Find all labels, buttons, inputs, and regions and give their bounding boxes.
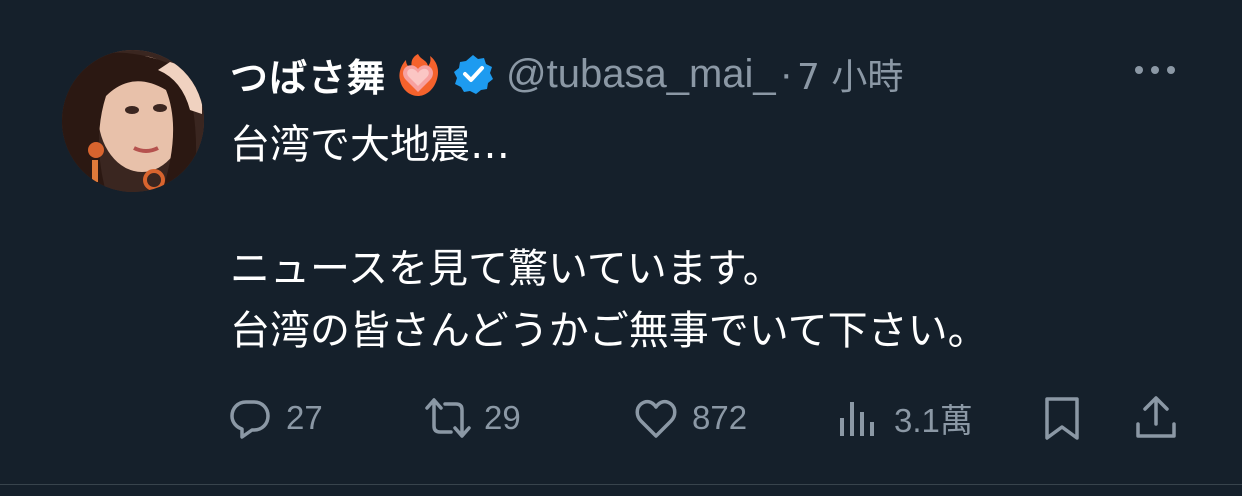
- tweet-text: 台湾で大地震… ニュースを見て驚いています。 台湾の皆さんどうかご無事でいて下さ…: [230, 114, 1220, 362]
- retweet-count: 29: [484, 399, 521, 436]
- heart-on-fire-icon: [394, 50, 442, 98]
- reply-count: 27: [286, 399, 323, 436]
- tweet-text-line: 台湾の皆さんどうかご無事でいて下さい。: [230, 308, 988, 354]
- divider: [0, 484, 1242, 485]
- views-icon: [840, 402, 874, 436]
- like-button[interactable]: 872: [632, 392, 747, 444]
- tweet-card[interactable]: つばさ舞 @tubasa_mai_ · 7 小時 台湾で大地震… ニュースを見て…: [0, 0, 1242, 484]
- retweet-icon: [425, 398, 471, 438]
- bookmark-button[interactable]: [1038, 392, 1086, 444]
- tweet-text-line: ニュースを見て驚いています。: [230, 246, 783, 292]
- more-options-icon[interactable]: [1132, 58, 1178, 82]
- tweet-text-blank-line: [230, 176, 1220, 238]
- views-count: 3.1萬: [894, 402, 973, 439]
- share-button[interactable]: [1132, 392, 1180, 444]
- display-name[interactable]: つばさ舞: [230, 47, 386, 102]
- action-bar: 27 29 872 3.1萬: [226, 392, 1186, 444]
- bookmark-icon: [1045, 397, 1079, 440]
- tweet-text-line: 台湾で大地震…: [230, 122, 510, 168]
- header-separator: ·: [779, 51, 793, 96]
- user-handle[interactable]: @tubasa_mai_: [506, 52, 776, 97]
- reply-icon: [230, 400, 270, 439]
- like-icon: [635, 399, 677, 438]
- tweet-header: つばさ舞 @tubasa_mai_ · 7 小時: [230, 46, 903, 102]
- verified-badge-icon[interactable]: [452, 53, 494, 95]
- share-icon: [1136, 396, 1176, 438]
- avatar[interactable]: [62, 50, 204, 192]
- tweet-timestamp[interactable]: 7 小時: [797, 48, 903, 100]
- like-count: 872: [692, 399, 748, 436]
- reply-button[interactable]: 27: [226, 392, 323, 444]
- views-button[interactable]: 3.1萬: [834, 392, 973, 444]
- retweet-button[interactable]: 29: [424, 392, 521, 444]
